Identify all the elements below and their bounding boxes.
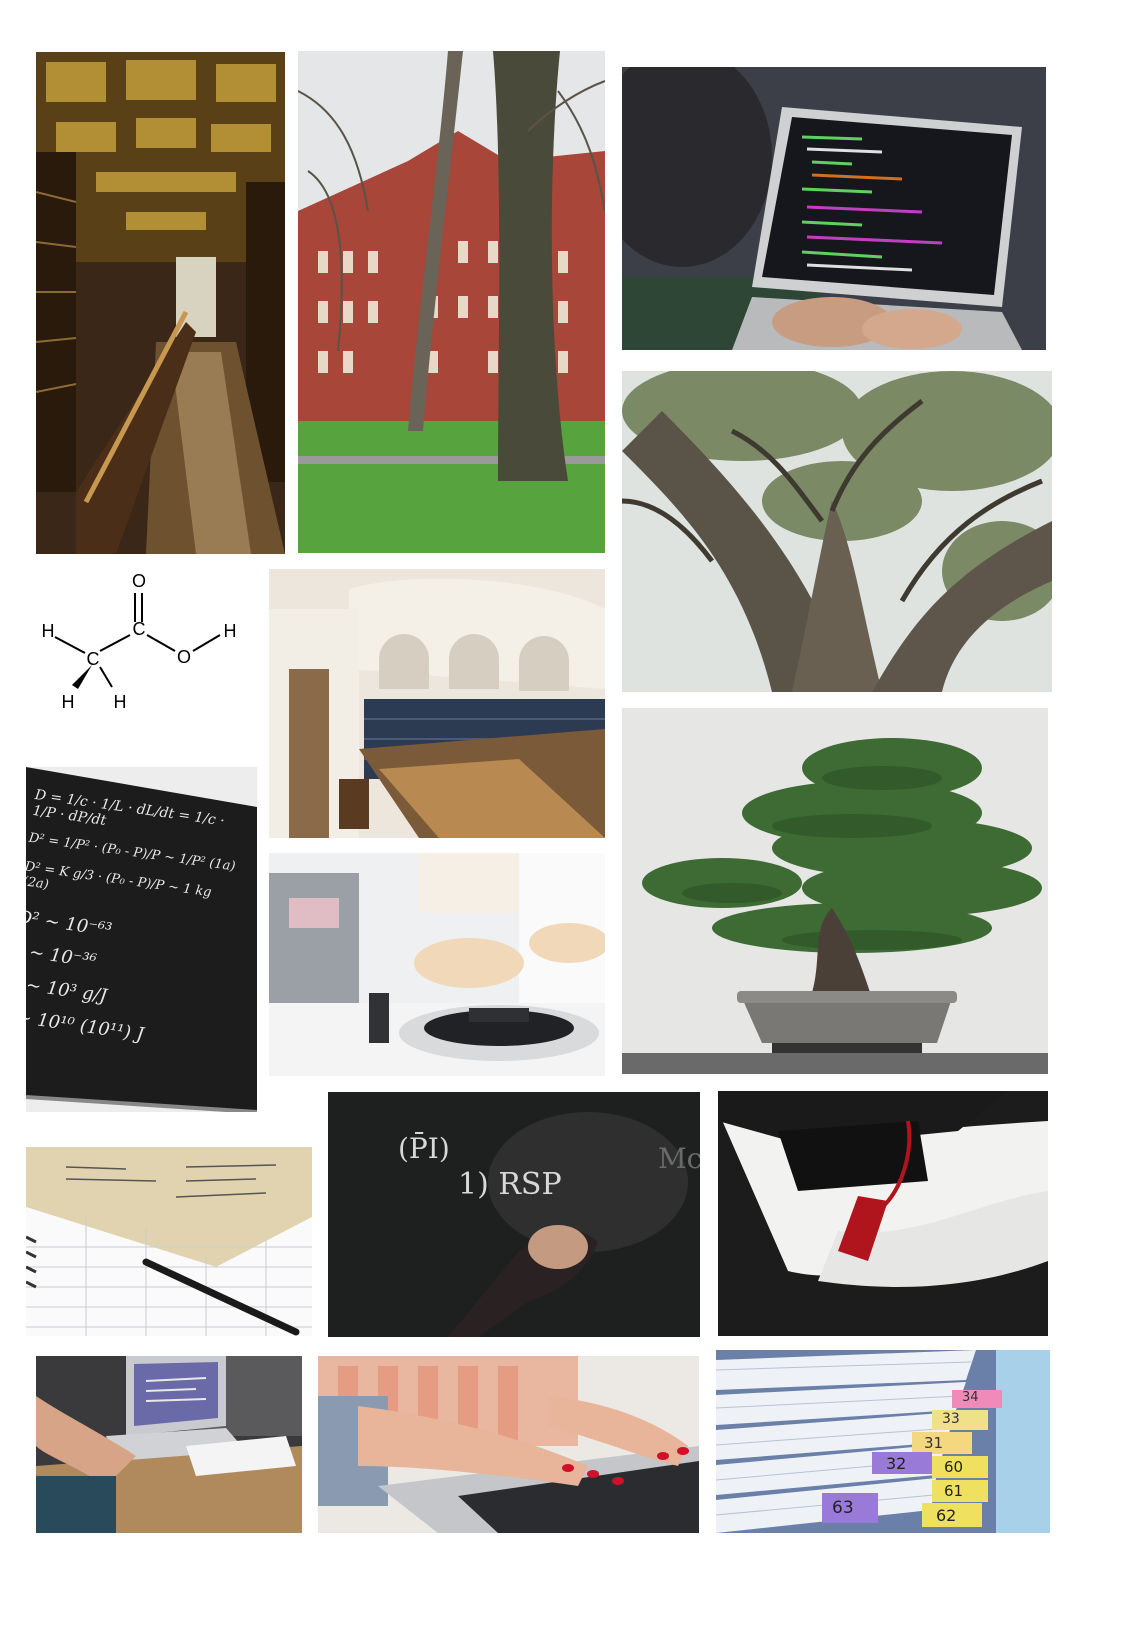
tab-60: 60 [944, 1458, 964, 1476]
student-laptop-photo [36, 1356, 302, 1533]
atom-o-hydroxyl: O [177, 647, 191, 667]
graduation-cap-photo [718, 1091, 1048, 1336]
notebook-pen-photo [26, 1147, 312, 1336]
atom-h-bottom-left: H [62, 692, 75, 712]
chalkboard-writing-photo: (P̄I) 1) RSP Mc [328, 1092, 700, 1337]
atom-c-methyl: C [87, 649, 100, 669]
coding-laptop-photo [622, 67, 1046, 350]
tab-34: 34 [962, 1390, 979, 1405]
chemical-structure-diagram: O C H O H C H H [30, 565, 260, 715]
typing-hands-photo [318, 1356, 699, 1533]
bonsai-photo [622, 708, 1048, 1074]
tab-32: 32 [886, 1454, 907, 1473]
chalk-text-faded: Mc [658, 1142, 700, 1175]
atom-h-right: H [224, 621, 237, 641]
atom-h-bottom-right: H [114, 692, 127, 712]
tab-63: 63 [832, 1498, 854, 1518]
paper-stack-photo: 33 31 32 60 61 62 63 34 [716, 1350, 1050, 1533]
reading-room-photo [269, 569, 605, 838]
chalk-text-rsp: 1) RSP [458, 1167, 562, 1202]
tab-62: 62 [936, 1506, 957, 1525]
atom-o-top: O [132, 571, 146, 591]
chalk-text-pii: (P̄I) [398, 1132, 450, 1165]
tab-61: 61 [944, 1482, 964, 1500]
library-corridor-photo [36, 52, 285, 554]
atom-h-left: H [42, 621, 55, 641]
atom-c-carbonyl: C [133, 619, 146, 639]
blackboard-equations-photo: D = 1/c · 1/L · dL/dt = 1/c · 1/P · dP/d… [26, 767, 257, 1112]
tree-canopy-photo [622, 371, 1052, 692]
red-brick-hall-photo [298, 51, 605, 553]
tab-31: 31 [924, 1434, 944, 1452]
lab-equipment-photo [269, 853, 605, 1076]
tab-33: 33 [942, 1411, 960, 1427]
